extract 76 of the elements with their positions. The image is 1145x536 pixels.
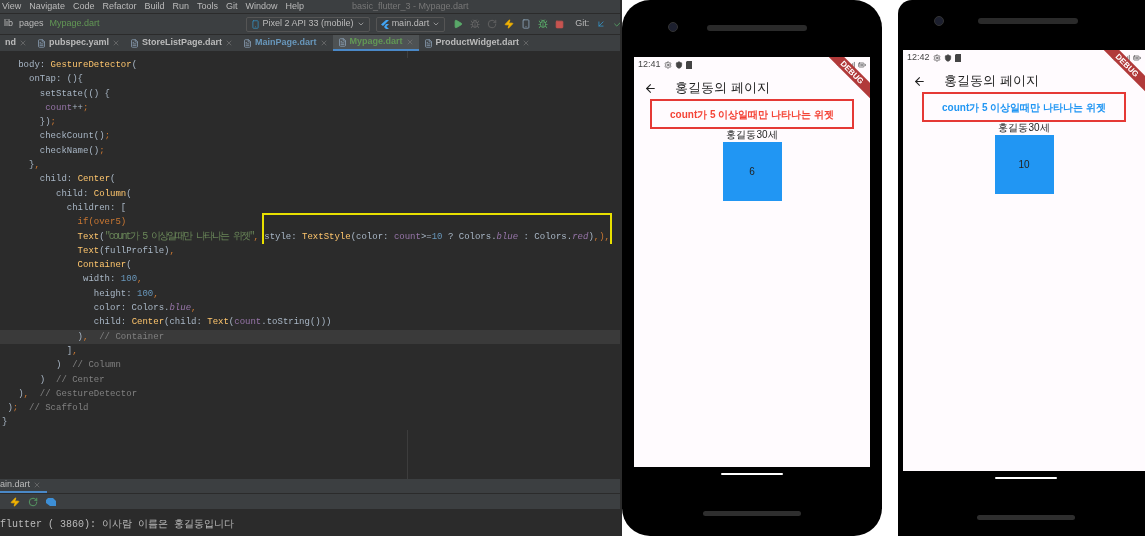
close-icon[interactable] <box>405 38 414 46</box>
menu-item[interactable]: Navigate <box>29 2 65 11</box>
tab-label: StoreListPage.dart <box>142 36 223 50</box>
menu-item[interactable]: Build <box>144 2 165 11</box>
bug-icon[interactable] <box>538 19 549 29</box>
app-bar-title: 홍길동의 페이지 <box>944 72 1039 91</box>
shield-icon <box>943 54 952 62</box>
count-text: 6 <box>749 165 755 179</box>
sd-card-icon <box>685 61 692 69</box>
file-icon <box>37 38 46 48</box>
menu-item[interactable]: Help <box>285 2 304 11</box>
close-icon[interactable] <box>112 39 121 47</box>
flutter-logo-icon <box>380 19 389 29</box>
editor-tab[interactable]: StoreListPage.dart <box>125 35 239 51</box>
restart-icon[interactable] <box>28 496 38 507</box>
menu-item[interactable]: View <box>2 2 22 11</box>
back-arrow-icon[interactable] <box>644 81 657 95</box>
count-text: 10 <box>1018 158 1030 172</box>
console-line: flutter ( 3860): 이사람 이름은 홍길동입니다 <box>0 518 236 532</box>
editor-tab[interactable]: nd <box>0 35 32 51</box>
gear-icon <box>932 54 941 62</box>
home-indicator <box>994 477 1057 479</box>
tab-label: pubspec.yaml <box>49 36 110 50</box>
tab-label: Mypage.dart <box>349 35 403 49</box>
profile-text: 홍길동30세 <box>998 122 1050 134</box>
camera-icon <box>668 22 678 32</box>
device-icon[interactable] <box>521 19 532 29</box>
tab-label: ProductWidget.dart <box>435 36 519 50</box>
run-icon[interactable] <box>453 19 464 29</box>
editor-tab[interactable]: ProductWidget.dart <box>418 35 535 51</box>
lightning-icon[interactable] <box>10 496 20 507</box>
device-selector[interactable]: Pixel 2 API 33 (mobile) <box>245 16 370 32</box>
phone-icon <box>250 19 260 29</box>
profile-text: 홍길동30세 <box>726 129 778 141</box>
back-arrow-icon[interactable] <box>913 74 926 88</box>
stop-icon[interactable] <box>555 19 565 29</box>
caret-icon <box>432 20 441 28</box>
conditional-text: count가 5 이상일때만 나타나는 위젯 <box>942 100 1106 115</box>
menu-item[interactable]: Code <box>72 2 95 11</box>
tab-label: MainPage.dart <box>255 36 317 50</box>
file-icon <box>243 38 253 48</box>
menu-item[interactable]: Refactor <box>102 2 137 11</box>
breadcrumb-item[interactable]: pages <box>19 17 44 31</box>
menu-item[interactable]: Window <box>245 2 278 11</box>
close-icon[interactable] <box>225 39 234 47</box>
menu-item[interactable]: Run <box>172 2 189 11</box>
home-indicator <box>721 473 783 475</box>
menu-item[interactable]: Tools <box>196 2 218 11</box>
status-time: 12:42 <box>907 51 930 65</box>
close-icon[interactable] <box>319 39 328 47</box>
tab-label: nd <box>5 36 16 50</box>
camera-icon <box>934 16 944 26</box>
update-arrow-icon[interactable] <box>596 19 607 29</box>
file-icon <box>130 38 140 48</box>
close-icon[interactable] <box>33 481 42 489</box>
file-icon <box>337 37 347 47</box>
shield-icon <box>674 61 683 69</box>
check-icon[interactable] <box>613 19 620 29</box>
file-icon <box>423 38 433 48</box>
app-bar-title: 홍길동의 페이지 <box>675 79 770 98</box>
bug-icon[interactable] <box>470 19 481 29</box>
breadcrumb-item[interactable]: Mypage.dart <box>49 17 100 31</box>
lightning-icon[interactable] <box>504 19 515 29</box>
close-icon[interactable] <box>19 39 27 47</box>
sd-card-icon <box>954 54 961 62</box>
gear-icon <box>663 61 672 69</box>
conditional-text: count가 5 이상일때만 나타나는 위젯 <box>670 107 834 122</box>
run-config-selector[interactable]: main.dart <box>375 16 446 32</box>
breadcrumb-item[interactable]: lib <box>4 17 13 31</box>
git-label: Git: <box>575 17 590 31</box>
editor-tab[interactable]: pubspec.yaml <box>32 35 126 51</box>
close-icon[interactable] <box>522 39 530 47</box>
editor-tab[interactable]: MainPage.dart <box>238 35 333 51</box>
status-time: 12:41 <box>638 58 661 72</box>
caret-icon <box>356 20 365 28</box>
menu-item[interactable]: Git <box>225 2 238 11</box>
